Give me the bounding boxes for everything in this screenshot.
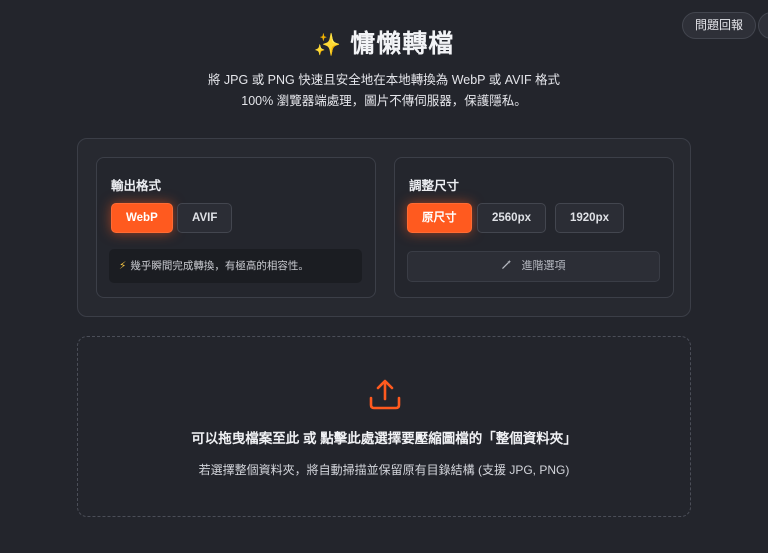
- subtitle-line-1: 將 JPG 或 PNG 快速且安全地在本地轉換為 WebP 或 AVIF 格式: [207, 73, 561, 87]
- dropzone-main-text: 可以拖曳檔案至此 或 點擊此處選擇要壓縮圖檔的「整個資料夾」: [191, 431, 577, 446]
- title-text: 慵懶轉檔: [350, 30, 455, 58]
- resize-title: 調整尺寸: [409, 179, 460, 193]
- file-dropzone[interactable]: 可以拖曳檔案至此 或 點擊此處選擇要壓縮圖檔的「整個資料夾」 若選擇整個資料夾，…: [77, 336, 691, 517]
- page-title: ✨ 慵懶轉檔: [0, 24, 768, 60]
- resize-option-2560[interactable]: 2560px: [477, 203, 547, 233]
- resize-option-original[interactable]: 原尺寸: [407, 203, 472, 233]
- subtitle-line-2: 100% 瀏覽器端處理，圖片不傳伺服器，保護隱私。: [241, 94, 527, 108]
- advanced-options-button[interactable]: 進階選項: [407, 251, 660, 282]
- upload-icon: [369, 379, 401, 410]
- output-format-title: 輸出格式: [111, 179, 162, 193]
- resize-option-1920[interactable]: 1920px: [555, 203, 625, 233]
- settings-panel: 輸出格式 WebP AVIF ⚡ 幾乎瞬間完成轉換，有極高的相容性。 調整尺寸 原…: [77, 138, 691, 317]
- output-format-card: 輸出格式 WebP AVIF ⚡ 幾乎瞬間完成轉換，有極高的相容性。: [96, 157, 376, 298]
- format-hint: ⚡ 幾乎瞬間完成轉換，有極高的相容性。: [109, 249, 362, 283]
- format-option-webp[interactable]: WebP: [111, 203, 173, 233]
- sparkle-icon: ✨: [313, 32, 343, 57]
- advanced-options-label: 進階選項: [521, 260, 566, 272]
- format-option-avif[interactable]: AVIF: [177, 203, 233, 233]
- magic-wand-icon: [501, 259, 515, 272]
- resize-card: 調整尺寸 原尺寸 2560px 1920px 進階選項: [394, 157, 674, 298]
- format-hint-text: 幾乎瞬間完成轉換，有極高的相容性。: [130, 260, 309, 272]
- lightning-icon: ⚡: [119, 260, 127, 272]
- subtitle: 將 JPG 或 PNG 快速且安全地在本地轉換為 WebP 或 AVIF 格式 …: [0, 70, 768, 112]
- dropzone-sub-text: 若選擇整個資料夾，將自動掃描並保留原有目錄結構 (支援 JPG, PNG): [198, 463, 570, 477]
